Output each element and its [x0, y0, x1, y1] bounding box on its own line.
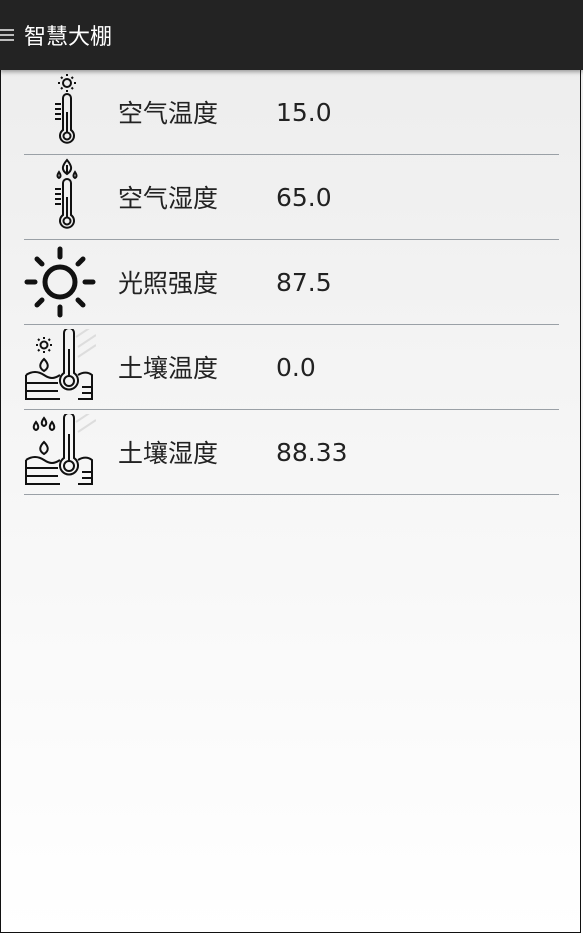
- sensor-value: 15.0: [276, 97, 332, 127]
- sensor-label: 土壤温度: [118, 354, 219, 383]
- menu-icon[interactable]: [0, 27, 16, 43]
- air-humidity-icon: [24, 155, 96, 239]
- app-title: 智慧大棚: [24, 25, 113, 50]
- air-temperature-icon: [24, 70, 96, 154]
- sensor-label: 空气湿度: [118, 184, 219, 213]
- app-bar: 智慧大棚: [0, 0, 583, 70]
- sensor-label: 空气温度: [118, 99, 219, 128]
- sensor-row-air-humidity[interactable]: 空气湿度 65.0: [24, 155, 559, 240]
- soil-temperature-icon: [24, 325, 96, 409]
- sensor-value: 65.0: [276, 182, 332, 212]
- sensor-row-soil-temperature[interactable]: 土壤温度 0.0: [24, 325, 559, 410]
- soil-humidity-icon: [24, 410, 96, 494]
- sensor-label: 土壤湿度: [118, 439, 219, 468]
- sensor-value: 87.5: [276, 267, 332, 297]
- sensor-row-air-temperature[interactable]: 空气温度 15.0: [24, 70, 559, 155]
- sensor-row-soil-humidity[interactable]: 土壤湿度 88.33: [24, 410, 559, 495]
- sun-icon: [24, 240, 96, 324]
- sensor-row-light-intensity[interactable]: 光照强度 87.5: [24, 240, 559, 325]
- sensor-list: 空气温度 15.0 空气湿度 65.0 光照强度 87.5 土壤温度 0.0 土…: [24, 70, 559, 495]
- sensor-value: 88.33: [276, 437, 348, 467]
- sensor-value: 0.0: [276, 352, 316, 382]
- sensor-label: 光照强度: [118, 269, 219, 298]
